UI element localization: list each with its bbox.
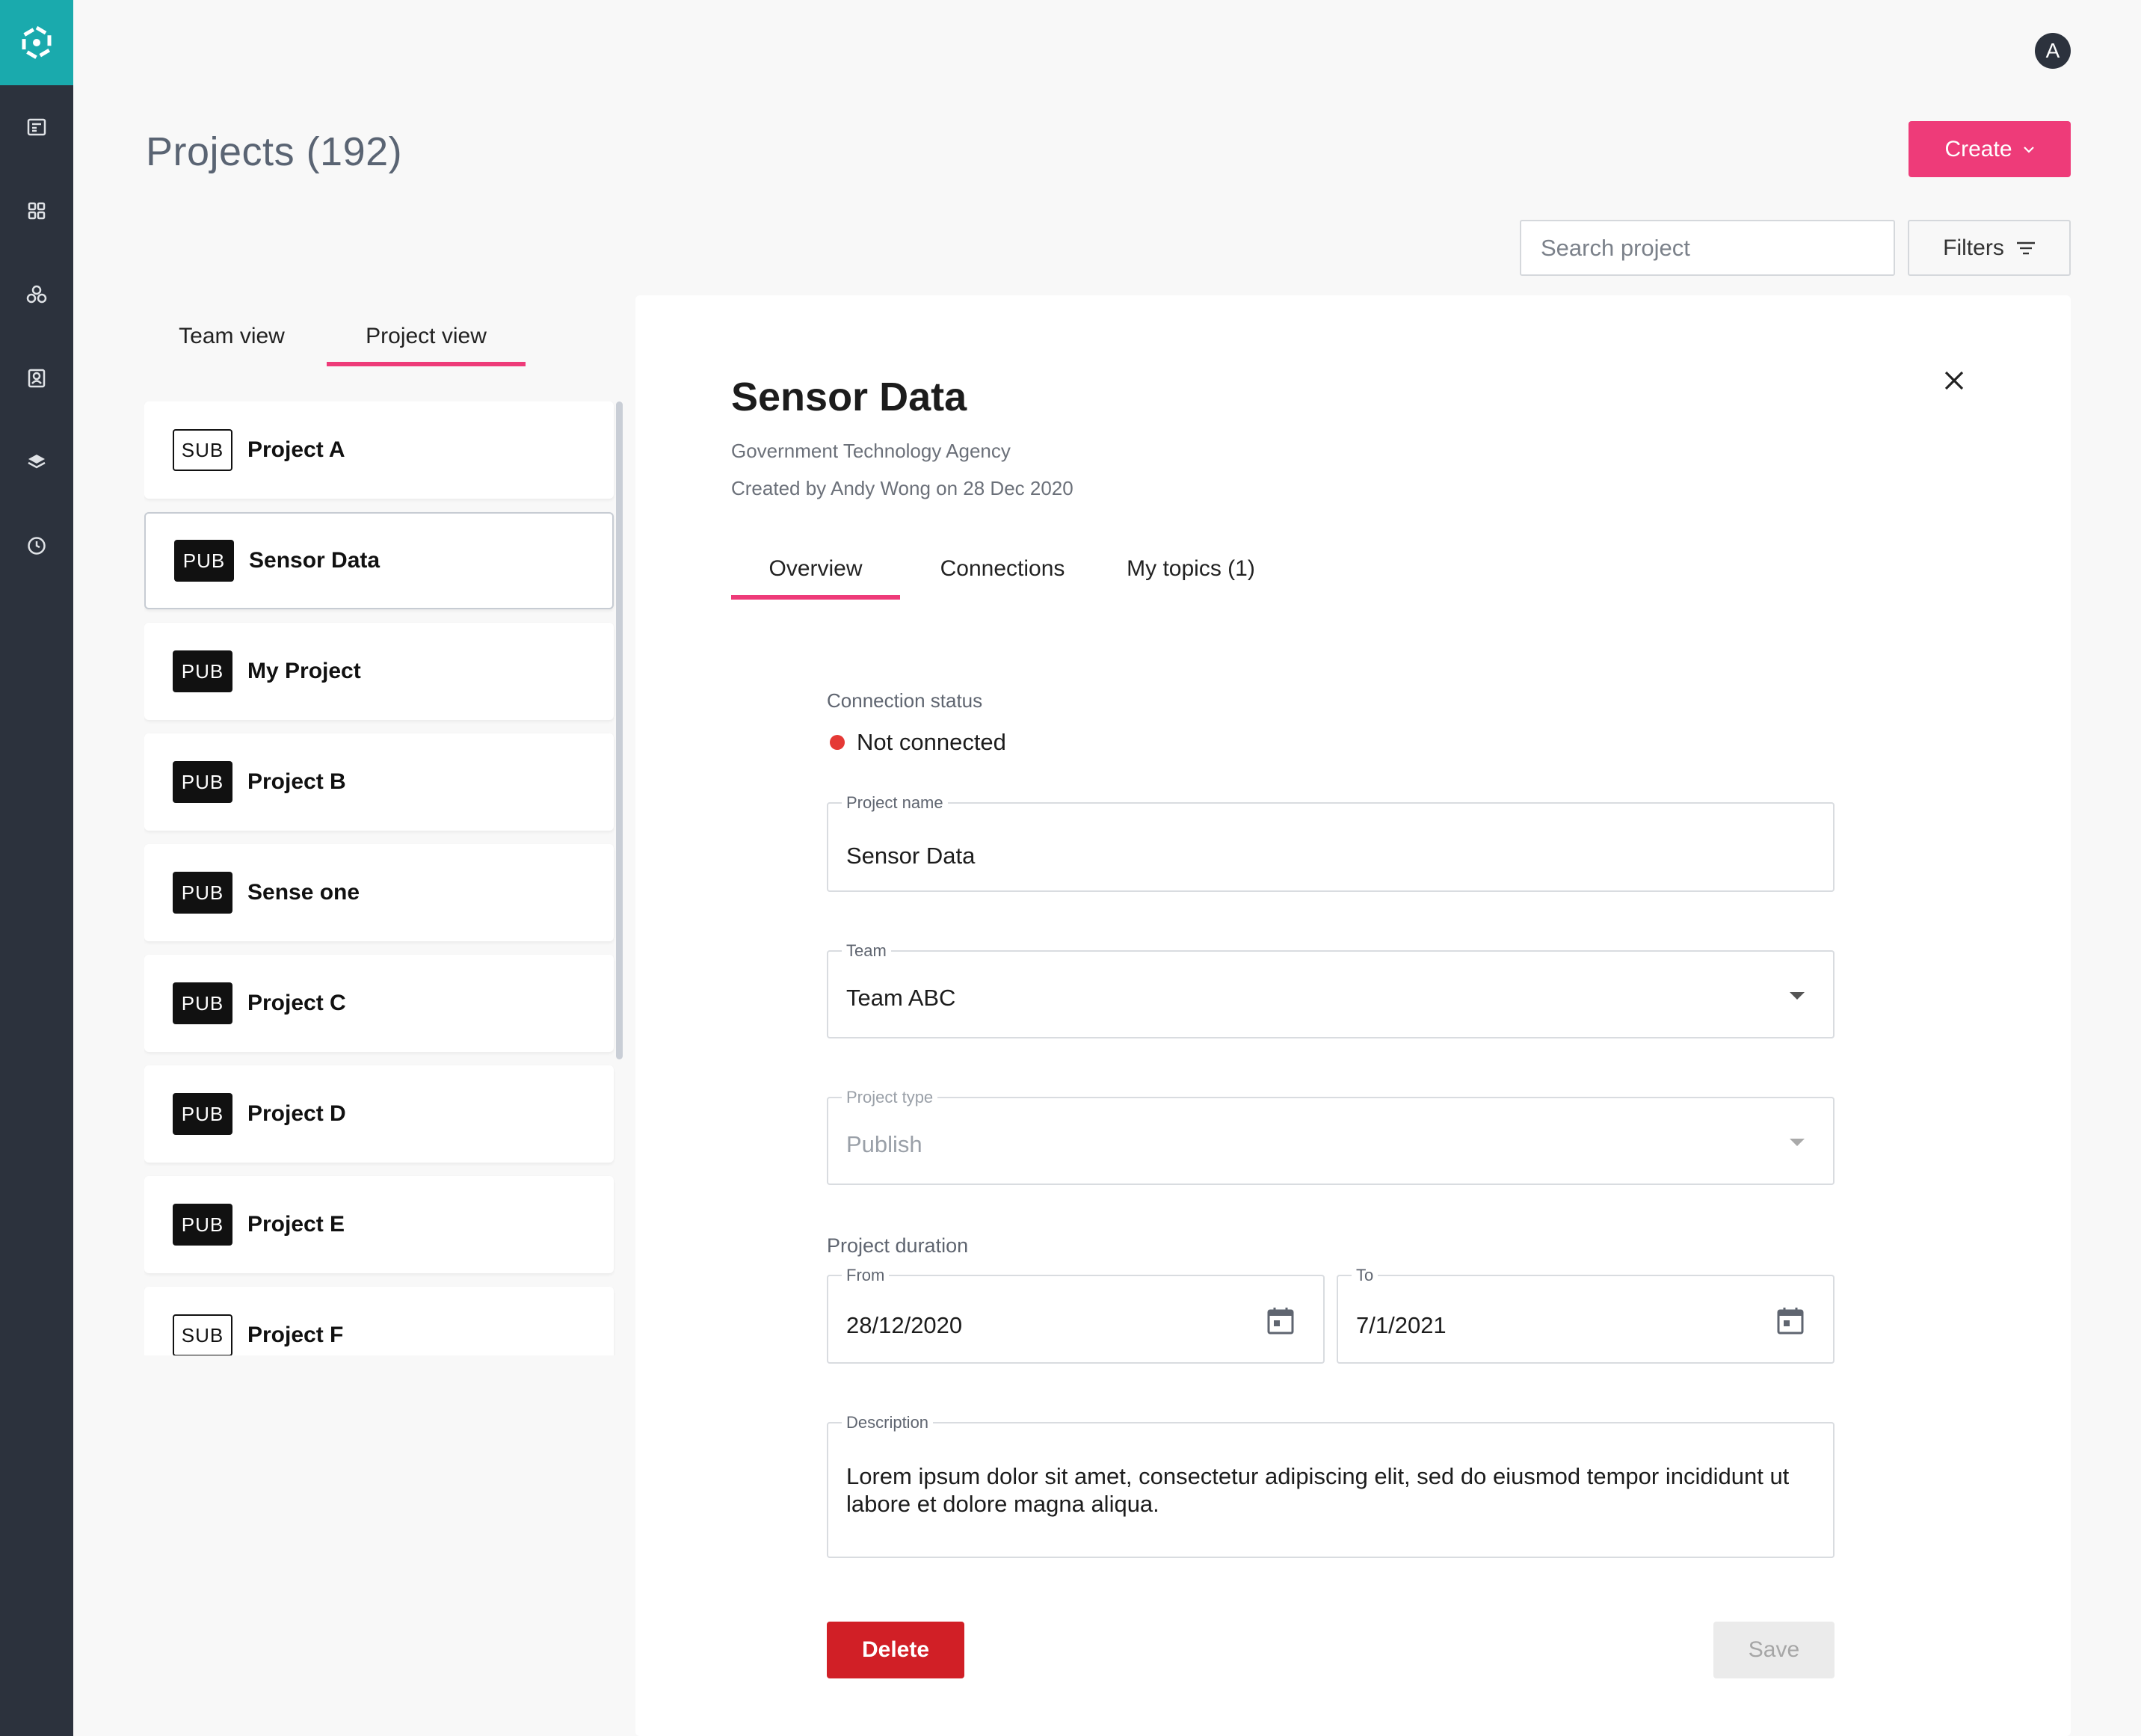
contact-icon <box>28 369 46 388</box>
calendar-icon[interactable] <box>1266 1306 1295 1336</box>
project-name: Project F <box>247 1323 344 1347</box>
project-name-field[interactable]: Project name Sensor Data <box>827 793 1835 892</box>
calendar-icon[interactable] <box>1776 1306 1805 1336</box>
project-item-project-f[interactable]: SUB Project F <box>144 1287 614 1355</box>
project-type-badge: PUB <box>174 540 234 582</box>
project-item-project-a[interactable]: SUB Project A <box>144 401 614 499</box>
project-name-label: Project name <box>842 793 948 813</box>
project-type-badge: PUB <box>173 872 232 914</box>
project-type-badge: SUB <box>173 1314 232 1355</box>
caret-down-icon <box>1790 1139 1805 1146</box>
from-value: 28/12/2020 <box>846 1312 963 1338</box>
close-button[interactable] <box>1939 366 1969 395</box>
project-name: Project B <box>247 769 346 794</box>
news-icon <box>27 118 46 136</box>
layers-icon <box>28 455 46 469</box>
project-type-label: Project type <box>842 1088 938 1107</box>
team-label: Team <box>842 941 891 961</box>
sidebar <box>0 0 73 1736</box>
save-button[interactable]: Save <box>1713 1622 1835 1678</box>
project-item-sensor-data[interactable]: PUB Sensor Data <box>144 512 614 609</box>
team-value: Team ABC <box>846 985 956 1011</box>
project-item-sense-one[interactable]: PUB Sense one <box>144 844 614 941</box>
project-type-badge: PUB <box>173 1093 232 1135</box>
sidebar-item-grid[interactable] <box>0 169 73 253</box>
create-button[interactable]: Create <box>1909 121 2071 177</box>
project-duration-label: Project duration <box>827 1234 969 1257</box>
sidebar-item-network[interactable] <box>0 253 73 336</box>
description-value: Lorem ipsum dolor sit amet, consectetur … <box>846 1463 1790 1517</box>
connection-status-label: Connection status <box>827 689 983 712</box>
status-dot-icon <box>830 735 845 750</box>
tab-overview[interactable]: Overview <box>731 538 900 600</box>
project-item-project-d[interactable]: PUB Project D <box>144 1065 614 1163</box>
to-label: To <box>1352 1266 1378 1285</box>
project-item-my-project[interactable]: PUB My Project <box>144 623 614 720</box>
description-field[interactable]: Description Lorem ipsum dolor sit amet, … <box>827 1413 1835 1558</box>
user-avatar[interactable]: A <box>2035 33 2071 69</box>
caret-down-icon <box>1790 992 1805 1000</box>
app-logo[interactable] <box>0 0 73 85</box>
chevron-down-icon <box>2023 146 2034 153</box>
project-type-badge: PUB <box>173 1204 232 1246</box>
project-type-badge: PUB <box>173 650 232 692</box>
create-button-label: Create <box>1944 136 2012 161</box>
filters-button[interactable]: Filters <box>1908 220 2071 276</box>
search-input[interactable]: Search project <box>1520 220 1895 276</box>
close-icon <box>1944 371 1964 390</box>
tab-my-topics[interactable]: My topics (1) <box>1112 538 1269 600</box>
logo-icon <box>22 25 52 60</box>
project-name: Project C <box>247 991 346 1015</box>
filters-button-label: Filters <box>1943 235 2004 260</box>
project-name: Sense one <box>247 880 360 905</box>
project-item-project-e[interactable]: PUB Project E <box>144 1176 614 1273</box>
tab-team-view[interactable]: Team view <box>161 307 303 366</box>
project-name: Sensor Data <box>249 548 381 573</box>
network-icon <box>26 285 47 304</box>
project-type-select: Project type Publish <box>827 1088 1835 1185</box>
project-agency: Government Technology Agency <box>731 440 1011 462</box>
delete-button[interactable]: Delete <box>827 1622 964 1678</box>
project-item-project-c[interactable]: PUB Project C <box>144 955 614 1052</box>
tab-connections[interactable]: Connections <box>918 538 1087 600</box>
project-type-badge: PUB <box>173 761 232 803</box>
project-name: Project E <box>247 1212 345 1237</box>
from-label: From <box>842 1266 890 1285</box>
project-item-project-b[interactable]: PUB Project B <box>144 733 614 831</box>
clock-icon <box>28 537 46 555</box>
project-name-value: Sensor Data <box>846 843 976 869</box>
sidebar-item-contacts[interactable] <box>0 336 73 420</box>
project-name: Project D <box>247 1101 346 1126</box>
tab-project-view[interactable]: Project view <box>327 307 526 366</box>
filter-icon <box>2016 241 2035 254</box>
sidebar-item-layers[interactable] <box>0 420 73 504</box>
project-name: Project A <box>247 437 345 462</box>
to-date-field[interactable]: To 7/1/2021 <box>1337 1266 1835 1364</box>
project-type-value: Publish <box>846 1131 922 1157</box>
search-placeholder: Search project <box>1541 234 1690 261</box>
grid-icon <box>28 202 46 220</box>
sidebar-item-history[interactable] <box>0 504 73 588</box>
project-type-badge: SUB <box>173 429 232 471</box>
connection-status: Not connected <box>830 729 1006 756</box>
team-select[interactable]: Team Team ABC <box>827 941 1835 1038</box>
project-name: My Project <box>247 659 361 683</box>
project-list-scrollbar[interactable] <box>616 401 623 1059</box>
sidebar-item-news[interactable] <box>0 85 73 169</box>
project-list: SUB Project A PUB Sensor Data PUB My Pro… <box>144 401 615 1355</box>
page-title: Projects (192) <box>146 129 403 174</box>
project-created-info: Created by Andy Wong on 28 Dec 2020 <box>731 477 1073 499</box>
connection-status-text: Not connected <box>857 729 1006 755</box>
to-value: 7/1/2021 <box>1356 1312 1447 1338</box>
from-date-field[interactable]: From 28/12/2020 <box>827 1266 1325 1364</box>
project-detail-title: Sensor Data <box>731 375 967 419</box>
project-type-badge: PUB <box>173 982 232 1024</box>
description-label: Description <box>842 1413 934 1432</box>
view-tabs: Team view Project view <box>146 307 617 366</box>
